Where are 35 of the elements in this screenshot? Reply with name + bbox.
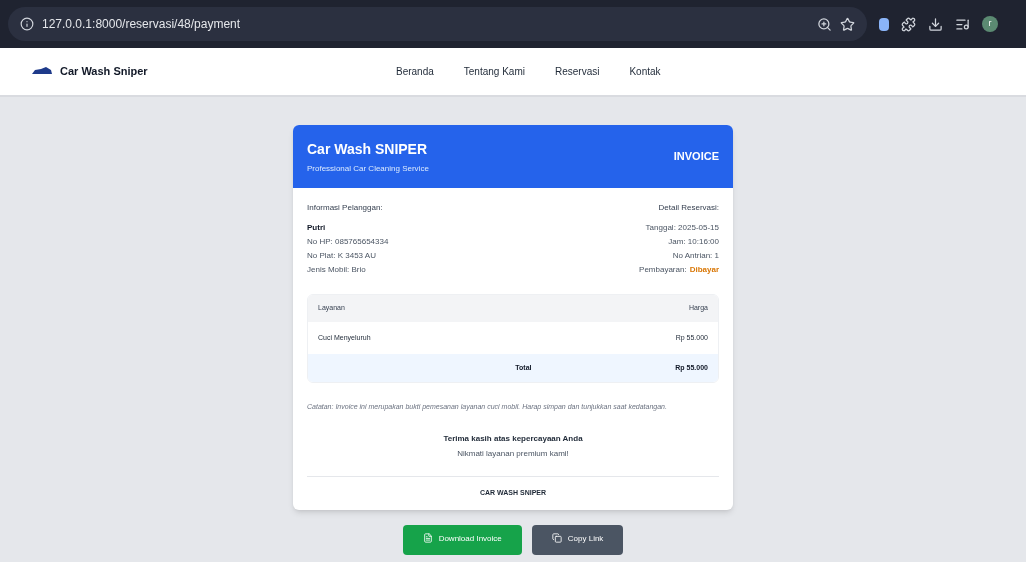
bookmark-icon[interactable] xyxy=(840,16,855,32)
customer-detail: No HP: 085765654334 xyxy=(307,236,389,248)
extension-icon[interactable] xyxy=(879,17,889,31)
payment-label: Pembayaran: xyxy=(639,264,687,276)
url-text: 127.0.0.1:8000/reservasi/48/payment xyxy=(42,16,241,33)
company-tagline: Professional Car Cleaning Service xyxy=(307,162,429,175)
reservation-detail: No Antrian: 1 xyxy=(672,250,719,262)
car-logo-icon xyxy=(32,67,52,76)
puzzle-icon[interactable] xyxy=(901,16,916,32)
customer-name: Putri xyxy=(307,222,327,234)
customer-detail: No Plat: K 3453 AU xyxy=(307,250,377,262)
zoom-icon[interactable] xyxy=(817,16,832,32)
nav-link[interactable]: Kontak xyxy=(629,64,661,79)
copy-link-button[interactable]: Copy Link xyxy=(531,525,624,555)
nav-link[interactable]: Reservasi xyxy=(554,64,600,79)
copy-icon xyxy=(551,533,562,543)
nav-link[interactable]: Tentang Kami xyxy=(463,64,525,79)
reservation-detail: Jam: 10:16:00 xyxy=(668,236,719,248)
section-heading: Detail Reservasi: xyxy=(658,202,719,214)
nav-link[interactable]: Beranda xyxy=(396,64,434,79)
company-name: Car Wash SNIPER xyxy=(307,139,429,159)
playlist-icon[interactable] xyxy=(955,16,970,32)
customer-detail: Jenis Mobil: Brio xyxy=(307,264,367,276)
reservation-detail: Tanggal: 2025-05-15 xyxy=(645,222,719,234)
payment-status: Dibayar xyxy=(689,264,719,276)
info-icon[interactable] xyxy=(20,17,34,31)
brand-name[interactable]: Car Wash Sniper xyxy=(60,63,148,80)
section-heading: Informasi Pelanggan: xyxy=(307,202,384,214)
download-icon[interactable] xyxy=(928,16,943,32)
profile-avatar[interactable]: r xyxy=(982,16,998,32)
address-bar[interactable]: 127.0.0.1:8000/reservasi/48/payment xyxy=(8,7,867,41)
document-icon xyxy=(422,533,433,543)
thank-you-text: Terima kasih atas kepercayaan Anda xyxy=(443,433,583,445)
thank-you-subtext: Nikmati layanan premium kami! xyxy=(457,448,569,460)
invoice-label: INVOICE xyxy=(673,149,719,165)
